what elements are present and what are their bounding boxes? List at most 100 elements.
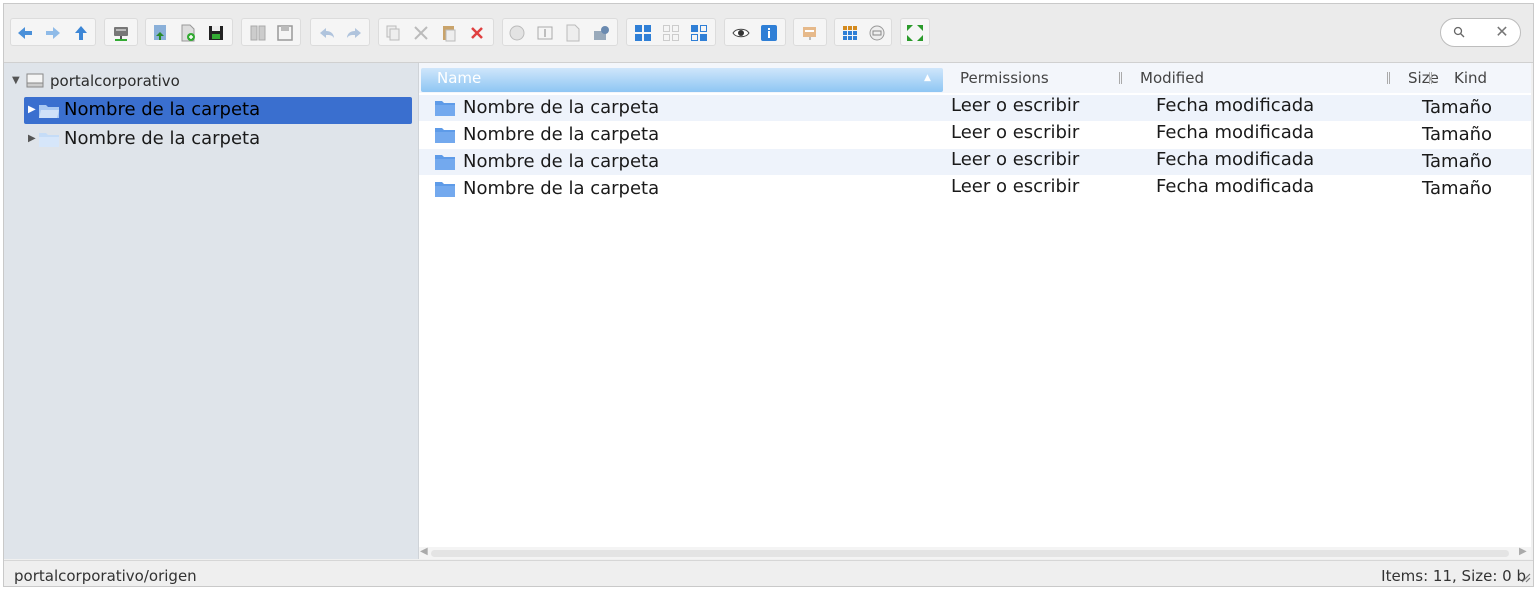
cell-modified: Fecha modificada	[1156, 95, 1315, 116]
new-file-icon[interactable]	[178, 23, 198, 43]
preview-icon[interactable]	[731, 23, 751, 43]
cell-modified: Fecha modificada	[1156, 176, 1315, 197]
column-resizer[interactable]	[1387, 72, 1390, 84]
table-row[interactable]: Nombre de la carpeta Leer o escribir Fec…	[419, 149, 1531, 175]
column-header-name[interactable]: Name ▲	[421, 68, 943, 92]
scroll-left-icon[interactable]: ◀	[420, 546, 428, 557]
toolbar-group-file	[145, 18, 233, 46]
file-manager-window: ✕ ▼ portalcorporativo ▶ Nombre de la car…	[3, 3, 1534, 587]
sort-ascending-icon: ▲	[924, 73, 931, 83]
cell-size: Tamaño	[1422, 178, 1493, 199]
toolbar-group-navigation	[10, 18, 96, 46]
tree-root-label: portalcorporativo	[50, 72, 180, 90]
rename-icon[interactable]	[535, 23, 555, 43]
folder-icon	[39, 133, 59, 147]
folder-icon	[435, 155, 455, 170]
tree-item-folder[interactable]: ▶ Nombre de la carpeta	[24, 126, 412, 153]
list-header: Name ▲ Permissions Modified Size Kind	[419, 63, 1531, 93]
toolbar-group-fullscreen	[900, 18, 930, 46]
folder-icon	[435, 101, 455, 116]
download-icon[interactable]	[150, 23, 170, 43]
table-row[interactable]: Nombre de la carpeta Leer o escribir Fec…	[419, 95, 1531, 121]
cell-name: Nombre de la carpeta	[463, 151, 660, 172]
columns-icon[interactable]	[248, 23, 268, 43]
column-header-modified[interactable]: Modified	[1140, 69, 1204, 87]
column-resizer[interactable]	[1119, 72, 1122, 84]
column-header-kind[interactable]: Kind	[1454, 69, 1487, 87]
cell-name: Nombre de la carpeta	[463, 97, 660, 118]
tree-item-label: Nombre de la carpeta	[64, 128, 261, 149]
undo-icon[interactable]	[317, 23, 337, 43]
toolbar-group-edit	[378, 18, 494, 46]
table-row[interactable]: Nombre de la carpeta Leer o escribir Fec…	[419, 122, 1531, 148]
cell-permissions: Leer o escribir	[951, 122, 1080, 143]
paste-icon[interactable]	[439, 23, 459, 43]
forward-icon[interactable]	[43, 23, 63, 43]
resize-icon[interactable]	[867, 23, 887, 43]
cut-icon[interactable]	[411, 23, 431, 43]
scroll-right-icon[interactable]: ▶	[1519, 546, 1527, 557]
clear-search-icon[interactable]: ✕	[1494, 24, 1510, 40]
icons-view-icon[interactable]	[633, 23, 653, 43]
toolbar-group-layout	[241, 18, 301, 46]
delete-icon[interactable]	[467, 23, 487, 43]
cell-size: Tamaño	[1422, 97, 1493, 118]
back-icon[interactable]	[15, 23, 35, 43]
toolbar-group-history	[310, 18, 370, 46]
save-icon[interactable]	[206, 23, 226, 43]
toolbar-group-tools	[502, 18, 618, 46]
resize-grip-icon[interactable]	[1521, 573, 1531, 583]
drive-icon	[26, 73, 44, 88]
toolbar-group-preview	[724, 18, 786, 46]
toolbar-group-sort	[834, 18, 892, 46]
archive-icon[interactable]	[800, 23, 820, 43]
column-header-size[interactable]: Size	[1408, 69, 1439, 87]
fullscreen-icon[interactable]	[905, 23, 925, 43]
horizontal-scrollbar[interactable]: ◀ ▶	[419, 546, 1531, 559]
search-input[interactable]	[1471, 23, 1495, 43]
search-box: ✕	[1440, 18, 1521, 47]
table-row[interactable]: Nombre de la carpeta Leer o escribir Fec…	[419, 176, 1531, 202]
up-icon[interactable]	[71, 23, 91, 43]
sort-icon[interactable]	[840, 23, 860, 43]
cell-modified: Fecha modificada	[1156, 149, 1315, 170]
status-bar: portalcorporativo/origen Items: 11, Size…	[4, 560, 1533, 586]
expand-arrow-icon[interactable]: ▶	[28, 104, 36, 115]
list-view-icon[interactable]	[689, 23, 709, 43]
edit-file-icon[interactable]	[563, 23, 583, 43]
floppy-icon[interactable]	[275, 23, 295, 43]
column-header-permissions[interactable]: Permissions	[960, 69, 1049, 87]
cell-modified: Fecha modificada	[1156, 122, 1315, 143]
cell-name: Nombre de la carpeta	[463, 124, 660, 145]
copy-icon[interactable]	[383, 23, 403, 43]
toolbar-group-archive	[793, 18, 827, 46]
folder-tree: ▼ portalcorporativo ▶ Nombre de la carpe…	[4, 63, 419, 559]
cell-name: Nombre de la carpeta	[463, 178, 660, 199]
column-resizer[interactable]	[1429, 72, 1432, 84]
cell-permissions: Leer o escribir	[951, 176, 1080, 197]
grid-view-icon[interactable]	[661, 23, 681, 43]
tree-item-label: Nombre de la carpeta	[64, 99, 261, 120]
cell-size: Tamaño	[1422, 124, 1493, 145]
folder-icon	[435, 182, 455, 197]
folder-icon	[435, 128, 455, 143]
column-name-label: Name	[437, 69, 482, 87]
cell-permissions: Leer o escribir	[951, 149, 1080, 170]
status-path: portalcorporativo/origen	[14, 567, 197, 585]
toolbar-group-view	[626, 18, 716, 46]
status-info: Items: 11, Size: 0 b	[1381, 567, 1526, 585]
toolbar-group-drive	[104, 18, 138, 46]
scrollbar-track[interactable]	[431, 550, 1509, 557]
expand-arrow-icon[interactable]: ▶	[28, 133, 36, 144]
duplicate-icon[interactable]	[507, 23, 527, 43]
tree-item-folder[interactable]: ▶ Nombre de la carpeta	[24, 97, 412, 124]
toolbar: ✕	[4, 4, 1533, 63]
search-icon	[1453, 26, 1465, 38]
cell-permissions: Leer o escribir	[951, 95, 1080, 116]
expand-arrow-icon[interactable]: ▼	[12, 75, 20, 86]
network-drive-icon[interactable]	[111, 23, 131, 43]
info-icon[interactable]	[759, 23, 779, 43]
extract-icon[interactable]	[591, 23, 611, 43]
redo-icon[interactable]	[344, 23, 364, 43]
open-folder-icon	[39, 105, 59, 118]
